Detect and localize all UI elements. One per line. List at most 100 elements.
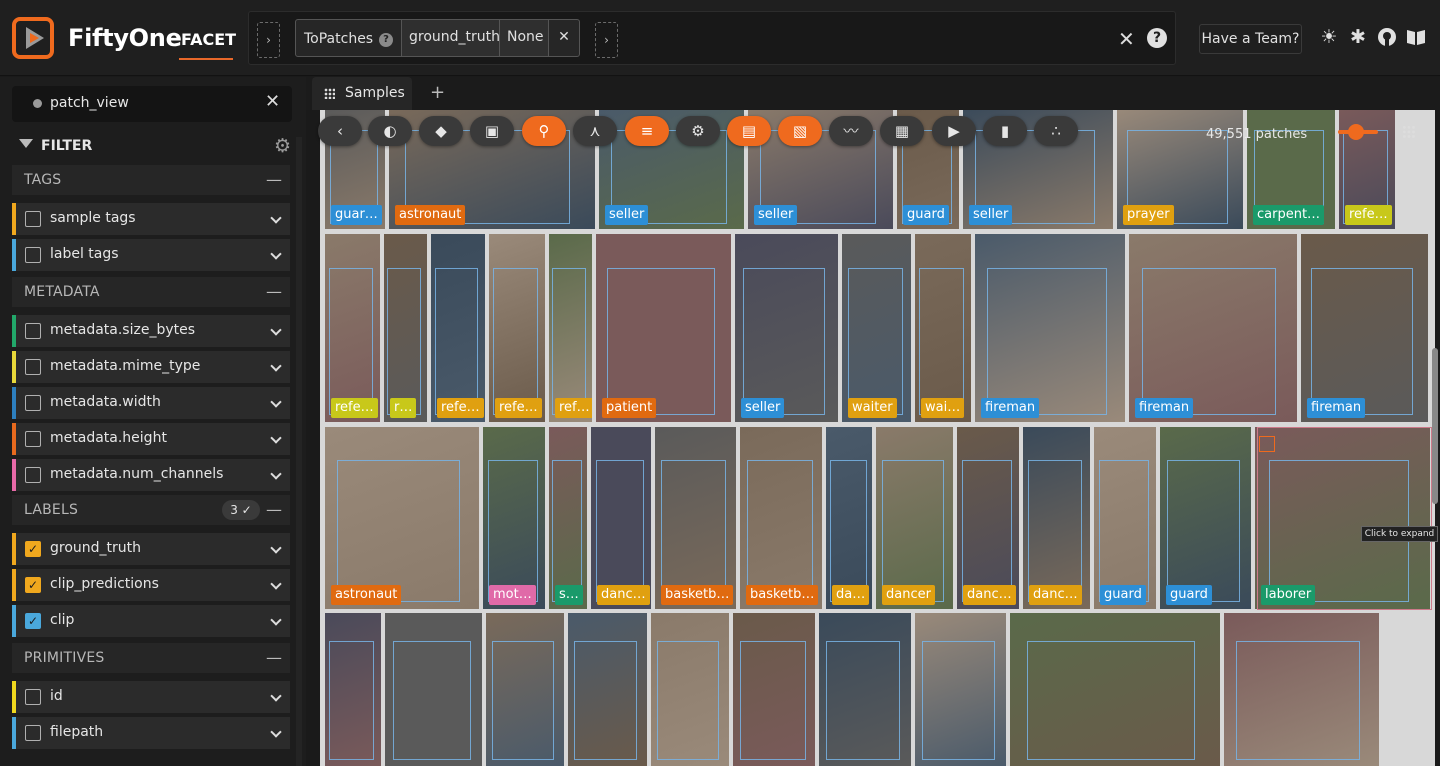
stage-param-field[interactable]: ground_truth bbox=[401, 20, 500, 56]
field-checkbox[interactable] bbox=[25, 211, 41, 227]
view-bar-add-stage-icon[interactable]: › bbox=[595, 22, 618, 58]
patch-tile[interactable] bbox=[325, 613, 381, 766]
embedding-icon[interactable]: 〰 bbox=[829, 116, 873, 146]
chevron-down-icon[interactable] bbox=[270, 578, 282, 590]
chevron-down-icon[interactable] bbox=[270, 432, 282, 444]
chevron-down-icon[interactable] bbox=[270, 212, 282, 224]
chevron-down-icon[interactable] bbox=[270, 468, 282, 480]
section-primitives[interactable]: PRIMITIVES — bbox=[12, 643, 290, 673]
video-icon[interactable]: ▶ bbox=[932, 116, 976, 146]
settings-icon[interactable]: ⚙ bbox=[676, 116, 720, 146]
patch-tile[interactable]: danc… bbox=[591, 427, 651, 609]
stage-help-icon[interactable]: ? bbox=[379, 33, 393, 47]
field-row[interactable]: ✓ clip bbox=[12, 605, 290, 637]
view-bar[interactable]: › ToPatches ? ground_truth None ✕ › bbox=[248, 11, 1176, 65]
field-checkbox[interactable]: ✓ bbox=[25, 577, 41, 593]
patch-tile[interactable]: r… bbox=[384, 234, 427, 422]
export-icon[interactable]: ▤ bbox=[727, 116, 771, 146]
grid-scrollbar[interactable] bbox=[1432, 348, 1438, 504]
color-palette-icon[interactable]: ◐ bbox=[368, 116, 412, 146]
field-checkbox[interactable] bbox=[25, 467, 41, 483]
section-labels[interactable]: LABELS 3 ✓ — bbox=[12, 495, 290, 525]
field-checkbox[interactable] bbox=[25, 725, 41, 741]
patch-tile[interactable]: waiter bbox=[842, 234, 911, 422]
chevron-down-icon[interactable] bbox=[270, 324, 282, 336]
sidebar-scrollbar[interactable] bbox=[296, 137, 302, 766]
clear-view-icon[interactable]: ✕ bbox=[1118, 27, 1135, 51]
patch-tile[interactable]: seller bbox=[735, 234, 838, 422]
field-checkbox[interactable] bbox=[25, 359, 41, 375]
chevron-down-icon[interactable] bbox=[270, 614, 282, 626]
patch-tile[interactable]: ref… bbox=[549, 234, 592, 422]
chevron-down-icon[interactable] bbox=[270, 396, 282, 408]
patch-tile[interactable]: wai… bbox=[915, 234, 971, 422]
chevron-down-icon[interactable] bbox=[270, 360, 282, 372]
field-checkbox[interactable] bbox=[25, 431, 41, 447]
patch-tile[interactable]: refe… bbox=[325, 234, 380, 422]
add-panel-icon[interactable]: + bbox=[430, 82, 445, 103]
docs-icon[interactable] bbox=[1405, 26, 1427, 48]
patch-tile[interactable]: refe… bbox=[431, 234, 485, 422]
section-metadata[interactable]: METADATA — bbox=[12, 277, 290, 307]
collapse-icon[interactable]: — bbox=[266, 170, 282, 189]
patch-tile[interactable] bbox=[568, 613, 647, 766]
tag-icon[interactable]: ◆ bbox=[419, 116, 463, 146]
patch-tile[interactable]: fireman bbox=[975, 234, 1125, 422]
patch-tile[interactable]: fireman bbox=[1129, 234, 1297, 422]
field-checkbox[interactable] bbox=[25, 247, 41, 263]
collapse-icon[interactable]: — bbox=[266, 500, 282, 519]
patch-tile[interactable]: basketb… bbox=[655, 427, 736, 609]
close-view-icon[interactable]: ✕ bbox=[265, 91, 280, 112]
patch-tile[interactable]: s… bbox=[549, 427, 587, 609]
patch-tile[interactable]: patient bbox=[596, 234, 731, 422]
patch-tile[interactable]: da… bbox=[826, 427, 872, 609]
stage-param-value[interactable]: None bbox=[499, 20, 548, 56]
field-checkbox[interactable] bbox=[25, 395, 41, 411]
facet-nav-tab[interactable]: FACET bbox=[181, 30, 236, 49]
patch-tile[interactable] bbox=[385, 613, 482, 766]
back-icon[interactable]: ‹ bbox=[318, 116, 362, 146]
field-row[interactable]: filepath bbox=[12, 717, 290, 749]
field-row[interactable]: label tags bbox=[12, 239, 290, 271]
patch-tile[interactable]: refe… bbox=[489, 234, 545, 422]
select-checkbox[interactable] bbox=[1259, 436, 1275, 452]
histogram-icon[interactable]: ▮ bbox=[983, 116, 1027, 146]
slack-icon[interactable]: ✱ bbox=[1347, 26, 1369, 48]
list-icon[interactable]: ≡ bbox=[625, 116, 669, 146]
patch-tile[interactable]: guard bbox=[1094, 427, 1156, 609]
view-bar-help-icon[interactable]: ? bbox=[1147, 28, 1167, 48]
patch-tile[interactable] bbox=[1010, 613, 1220, 766]
patch-tile[interactable] bbox=[819, 613, 911, 766]
chevron-down-icon[interactable] bbox=[270, 690, 282, 702]
select-icon[interactable]: ▣ bbox=[470, 116, 514, 146]
gear-icon[interactable]: ⚙ bbox=[274, 135, 291, 157]
inspect-icon[interactable]: ▧ bbox=[778, 116, 822, 146]
patch-tile[interactable] bbox=[733, 613, 815, 766]
view-bar-expand-left-icon[interactable]: › bbox=[257, 22, 280, 58]
patch-tile[interactable]: astronaut bbox=[325, 427, 479, 609]
search-icon[interactable]: ⚲ bbox=[522, 116, 566, 146]
qr-icon[interactable]: ▦ bbox=[880, 116, 924, 146]
patch-tile[interactable]: guard bbox=[1160, 427, 1251, 609]
collapse-icon[interactable]: — bbox=[266, 282, 282, 301]
grid-size-icon[interactable] bbox=[1402, 125, 1416, 139]
view-stage-to-patches[interactable]: ToPatches ? ground_truth None ✕ bbox=[295, 19, 580, 57]
patch-tile[interactable] bbox=[651, 613, 729, 766]
labels-count-badge[interactable]: 3 ✓ bbox=[222, 500, 260, 520]
field-row[interactable]: metadata.mime_type bbox=[12, 351, 290, 383]
collapse-icon[interactable]: — bbox=[266, 648, 282, 667]
zoom-slider-handle[interactable] bbox=[1348, 124, 1364, 140]
field-checkbox[interactable] bbox=[25, 323, 41, 339]
field-row[interactable]: metadata.size_bytes bbox=[12, 315, 290, 347]
patch-tile[interactable]: danc… bbox=[957, 427, 1019, 609]
chevron-down-icon[interactable] bbox=[270, 542, 282, 554]
field-row[interactable]: ✓ clip_predictions bbox=[12, 569, 290, 601]
patch-tile[interactable] bbox=[1224, 613, 1379, 766]
field-row[interactable]: id bbox=[12, 681, 290, 713]
tab-samples[interactable]: Samples bbox=[312, 77, 412, 110]
field-row[interactable]: sample tags bbox=[12, 203, 290, 235]
merge-icon[interactable]: ⋏ bbox=[573, 116, 617, 146]
github-icon[interactable] bbox=[1376, 26, 1398, 48]
patch-tile[interactable]: mot… bbox=[483, 427, 545, 609]
field-checkbox[interactable]: ✓ bbox=[25, 613, 41, 629]
